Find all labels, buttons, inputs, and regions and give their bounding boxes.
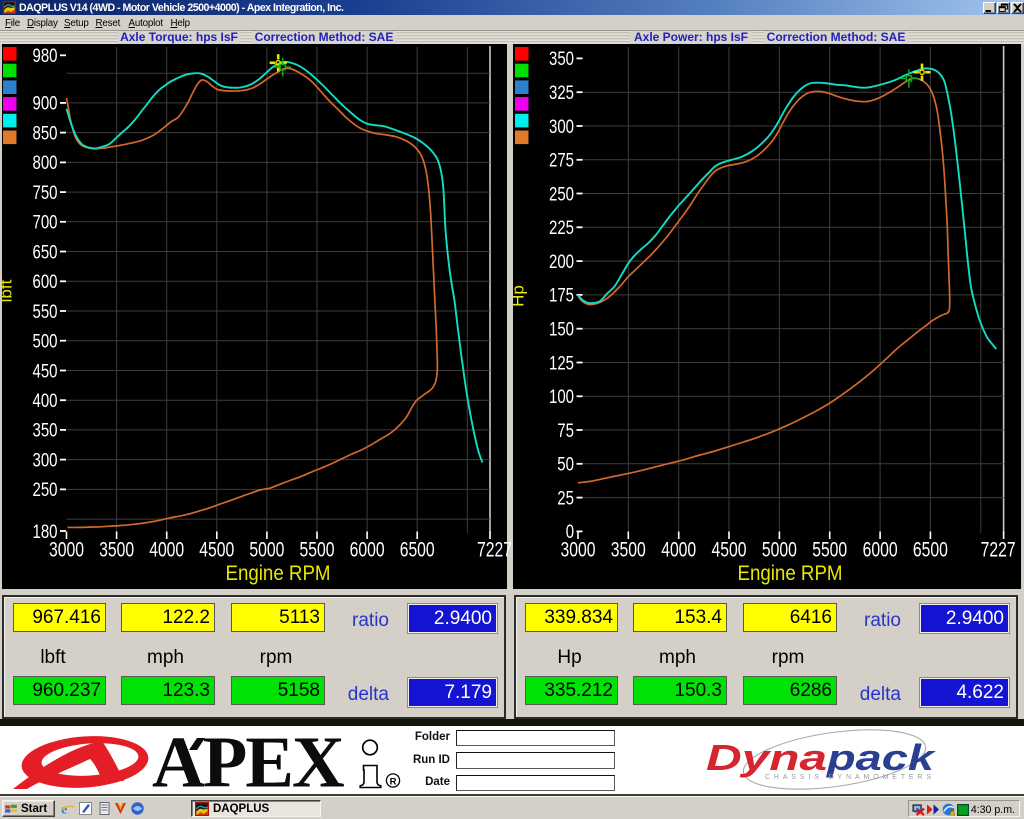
svg-text:250: 250: [549, 183, 574, 205]
svg-text:450: 450: [33, 360, 58, 382]
svg-text:Dyna: Dyna: [706, 737, 827, 778]
svg-text:500: 500: [33, 331, 58, 353]
svg-text:300: 300: [549, 116, 574, 138]
svg-text:4000: 4000: [149, 538, 184, 562]
svg-text:6500: 6500: [913, 538, 948, 562]
svg-text:5500: 5500: [812, 538, 847, 562]
svg-text:pack: pack: [826, 737, 937, 778]
svg-text:175: 175: [549, 285, 574, 307]
svg-text:850: 850: [33, 122, 58, 144]
svg-text:75: 75: [557, 420, 574, 442]
svg-text:325: 325: [549, 82, 574, 104]
svg-text:3500: 3500: [99, 538, 134, 562]
svg-text:5500: 5500: [300, 538, 335, 562]
svg-text:4500: 4500: [712, 538, 747, 562]
svg-text:6500: 6500: [400, 538, 435, 562]
svg-text:600: 600: [33, 271, 58, 293]
svg-text:900: 900: [33, 93, 58, 115]
svg-text:250: 250: [33, 479, 58, 501]
svg-text:750: 750: [33, 182, 58, 204]
svg-text:6000: 6000: [863, 538, 898, 562]
svg-text:400: 400: [33, 390, 58, 412]
svg-text:650: 650: [33, 241, 58, 263]
svg-text:5000: 5000: [249, 538, 284, 562]
svg-text:350: 350: [549, 48, 574, 70]
svg-text:200: 200: [549, 251, 574, 273]
svg-text:3000: 3000: [561, 538, 596, 562]
svg-text:225: 225: [549, 217, 574, 239]
svg-text:550: 550: [33, 301, 58, 323]
svg-text:3000: 3000: [49, 538, 84, 562]
svg-text:125: 125: [549, 352, 574, 374]
svg-text:100: 100: [549, 386, 574, 408]
svg-text:150: 150: [549, 319, 574, 341]
svg-text:APEX: APEX: [152, 726, 344, 796]
svg-text:300: 300: [33, 449, 58, 471]
svg-text:700: 700: [33, 212, 58, 234]
svg-text:Hp: Hp: [513, 285, 528, 307]
svg-text:980: 980: [33, 45, 58, 67]
svg-text:350: 350: [33, 420, 58, 442]
svg-text:7227: 7227: [981, 538, 1016, 562]
svg-text:6000: 6000: [350, 538, 385, 562]
svg-text:Engine RPM: Engine RPM: [226, 562, 331, 585]
svg-text:7227: 7227: [477, 538, 512, 562]
svg-text:4500: 4500: [199, 538, 234, 562]
svg-text:4000: 4000: [661, 538, 696, 562]
svg-text:25: 25: [557, 487, 574, 509]
svg-text:800: 800: [33, 152, 58, 174]
svg-text:lbft: lbft: [2, 279, 16, 302]
svg-text:3500: 3500: [611, 538, 646, 562]
svg-text:50: 50: [557, 454, 574, 476]
svg-text:Engine RPM: Engine RPM: [738, 562, 843, 585]
svg-text:5000: 5000: [762, 538, 797, 562]
svg-text:275: 275: [549, 150, 574, 172]
